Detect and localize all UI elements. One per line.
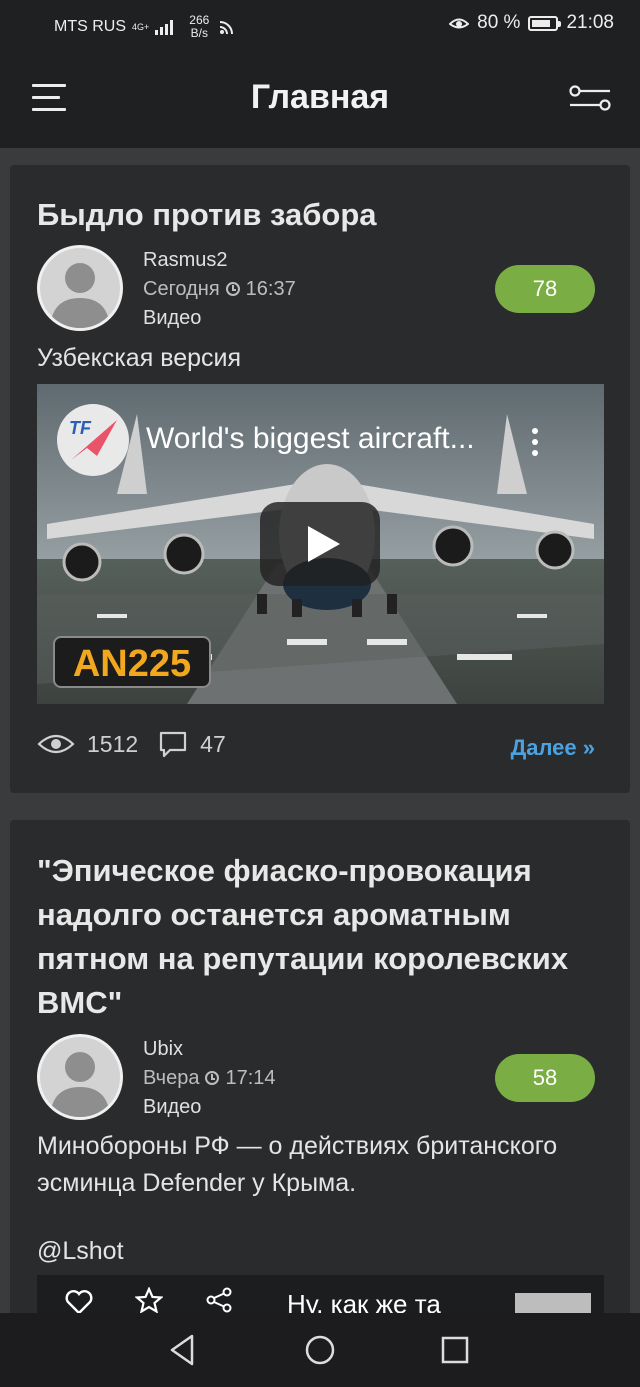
clock-time: 21:08	[566, 12, 614, 33]
carrier-name: MTS RUS	[54, 18, 126, 35]
page-title: Главная	[250, 78, 390, 116]
channel-logo-icon: TF	[69, 418, 117, 460]
system-nav-bar	[0, 1313, 640, 1387]
post-meta: Rasmus2 Сегодня 16:37 Видео	[143, 246, 296, 333]
post-meta: Ubix Вчера 17:14 Видео	[143, 1035, 276, 1122]
post-title[interactable]: Быдло против забора	[37, 193, 377, 237]
status-left: MTS RUS 4G+ 266 B/s	[54, 14, 235, 40]
user-placeholder-icon	[50, 1052, 110, 1117]
avatar[interactable]	[37, 245, 123, 331]
filter-icon[interactable]	[568, 84, 612, 112]
post-category[interactable]: Видео	[143, 1093, 276, 1122]
post-handle[interactable]: @Lshot	[37, 1233, 124, 1270]
battery-percent: 80 %	[477, 12, 521, 33]
view-count: 1512	[87, 730, 139, 757]
post-description: Узбекская версия	[37, 344, 242, 372]
app-bar: Главная	[0, 50, 640, 148]
post-day: Вчера	[143, 1067, 200, 1089]
clock-icon	[225, 282, 240, 296]
clock-icon	[205, 1071, 220, 1085]
comment-count[interactable]: 47	[200, 731, 226, 758]
avatar[interactable]	[37, 1034, 123, 1120]
channel-logo-text: TF	[69, 418, 92, 438]
post-description: Минобороны РФ — о действиях британского …	[37, 1132, 558, 1197]
heart-icon[interactable]	[65, 1289, 93, 1315]
video-title: World's biggest aircraft...	[146, 422, 475, 455]
star-icon[interactable]	[135, 1287, 163, 1313]
channel-logo[interactable]: TF	[57, 404, 129, 476]
status-right: 80 % 21:08	[449, 12, 614, 34]
share-icon[interactable]	[205, 1287, 233, 1313]
play-button[interactable]	[260, 502, 380, 586]
rating-badge[interactable]: 58	[495, 1054, 595, 1102]
post-date: Вчера 17:14	[143, 1064, 276, 1093]
post-time: 17:14	[225, 1067, 276, 1089]
post-category[interactable]: Видео	[143, 304, 296, 333]
video-embed[interactable]: TF World's biggest aircraft... AN225	[37, 384, 604, 704]
back-icon[interactable]	[164, 1331, 204, 1369]
rating-badge[interactable]: 78	[495, 265, 595, 313]
speed-value: 266	[189, 13, 210, 27]
post-card: Быдло против забора Rasmus2 Сегодня 16:37…	[10, 165, 630, 793]
signal-icon	[155, 19, 174, 35]
speed-unit: B/s	[190, 26, 208, 40]
author-name[interactable]: Ubix	[143, 1035, 276, 1064]
read-more-link[interactable]: Далее »	[511, 735, 595, 761]
eye-comfort-icon	[449, 18, 470, 29]
post-stats: 1512 47	[37, 730, 246, 758]
status-bar: MTS RUS 4G+ 266 B/s 80 % 21:08	[0, 0, 640, 50]
post-title[interactable]: "Эпическое фиаско-провокация надолго ост…	[37, 849, 607, 1025]
network-type: 4G+	[132, 21, 150, 32]
network-speed: 266 B/s	[189, 14, 209, 40]
post-card: "Эпическое фиаско-провокация надолго ост…	[10, 820, 630, 1320]
recents-icon[interactable]	[435, 1331, 475, 1369]
post-time: 16:37	[245, 278, 296, 300]
video-badge: AN225	[53, 636, 211, 688]
author-name[interactable]: Rasmus2	[143, 246, 296, 275]
more-options-icon[interactable]	[525, 428, 545, 462]
comment-icon[interactable]	[158, 730, 188, 758]
home-icon[interactable]	[300, 1331, 340, 1369]
post-date: Сегодня 16:37	[143, 275, 296, 304]
battery-icon	[528, 15, 562, 31]
eye-icon	[37, 734, 75, 754]
user-placeholder-icon	[50, 263, 110, 328]
post-day: Сегодня	[143, 278, 220, 300]
wifi-icon	[220, 21, 234, 35]
